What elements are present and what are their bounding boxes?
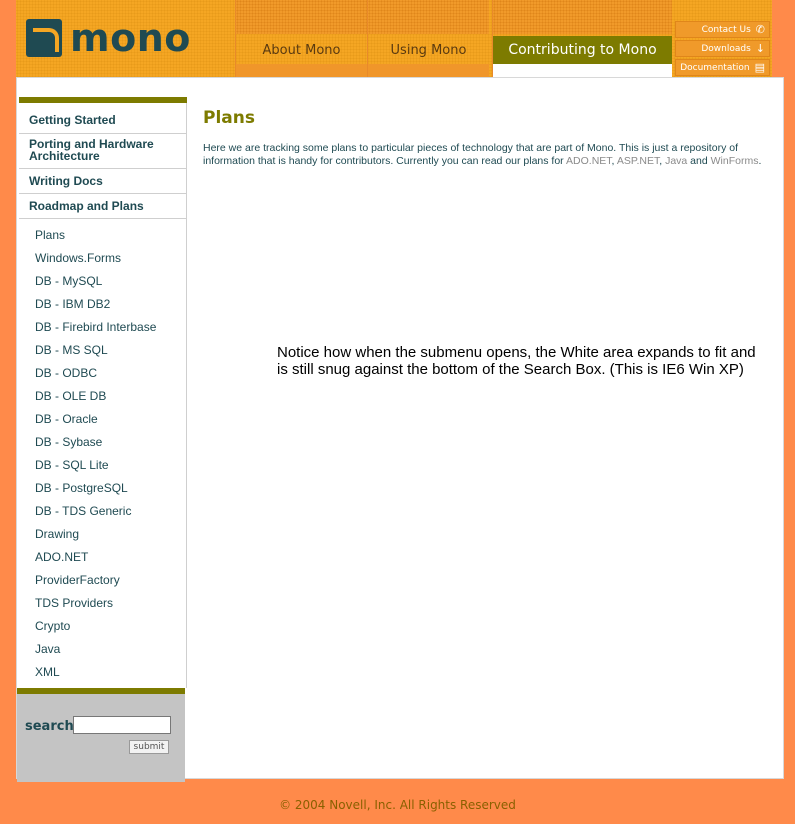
sidebar-subitem[interactable]: ProviderFactory xyxy=(19,573,186,596)
mono-logo[interactable]: mono xyxy=(26,16,191,60)
sidebar-subitem[interactable]: DB - Sybase xyxy=(19,435,186,458)
tab-contributing-to-mono[interactable]: Contributing to Mono xyxy=(492,0,672,77)
logo-text: mono xyxy=(70,16,191,60)
page-title: Plans xyxy=(203,108,255,128)
sidebar-item-getting-started[interactable]: Getting Started xyxy=(19,103,187,134)
contact-us-label: Contact Us xyxy=(701,24,751,35)
sidebar-subitem[interactable]: DB - TDS Generic xyxy=(19,504,186,527)
sidebar-subitem[interactable]: DB - MySQL xyxy=(19,274,186,297)
link-winforms[interactable]: WinForms xyxy=(711,155,759,167)
downloads-link[interactable]: Downloads ↓ xyxy=(675,40,770,57)
tab-label: Contributing to Mono xyxy=(493,36,672,64)
sidebar-subitem[interactable]: DB - IBM DB2 xyxy=(19,297,186,320)
sidebar-subitem[interactable]: Drawing xyxy=(19,527,186,550)
sidebar-item-writing-docs[interactable]: Writing Docs xyxy=(19,169,187,194)
tab-cap xyxy=(236,0,367,34)
search-label: search xyxy=(25,719,74,734)
sidebar-item-porting[interactable]: Porting and Hardware Architecture xyxy=(19,134,187,169)
intro-paragraph: Here we are tracking some plans to parti… xyxy=(203,142,763,168)
sidebar-nav: Getting Started Porting and Hardware Arc… xyxy=(19,97,187,688)
tab-stripe xyxy=(493,64,672,77)
tab-cap xyxy=(493,0,672,34)
phone-icon: ✆ xyxy=(755,23,765,36)
sidebar-subitem[interactable]: DB - Firebird Interbase xyxy=(19,320,186,343)
contact-us-link[interactable]: Contact Us ✆ xyxy=(675,21,770,38)
tab-stripe xyxy=(236,64,367,77)
downloads-label: Downloads xyxy=(701,43,751,54)
mono-logo-icon xyxy=(26,19,62,57)
sidebar-subitem[interactable]: ADO.NET xyxy=(19,550,186,573)
sidebar-item-roadmap[interactable]: Roadmap and Plans xyxy=(19,194,187,219)
sidebar-subitem[interactable]: DB - SQL Lite xyxy=(19,458,186,481)
sidebar-subitem[interactable]: DB - PostgreSQL xyxy=(19,481,186,504)
sidebar-subitem[interactable]: Java xyxy=(19,642,186,665)
submit-button[interactable]: submit xyxy=(129,740,169,754)
tab-about-mono[interactable]: About Mono xyxy=(235,0,367,77)
sidebar-subitem[interactable]: Plans xyxy=(19,228,186,251)
main-area: Getting Started Porting and Hardware Arc… xyxy=(16,77,784,782)
sidebar-subitem[interactable]: DB - MS SQL xyxy=(19,343,186,366)
sidebar-subitem[interactable]: DB - OLE DB xyxy=(19,389,186,412)
site-header: mono About Mono Using Mono Contributing … xyxy=(16,0,772,77)
sentence-end: . xyxy=(758,155,762,167)
link-ado-net[interactable]: ADO.NET xyxy=(566,155,612,167)
tab-label: About Mono xyxy=(262,42,341,58)
download-arrow-icon: ↓ xyxy=(755,42,765,55)
tab-stripe xyxy=(368,64,489,77)
separator: and xyxy=(687,155,711,167)
link-asp-net[interactable]: ASP.NET xyxy=(617,155,659,167)
link-java[interactable]: Java xyxy=(665,155,687,167)
roadmap-submenu: Plans Windows.Forms DB - MySQL DB - IBM DB2… xyxy=(19,219,187,688)
content-area: Plans Here we are tracking some plans to… xyxy=(203,108,763,168)
sidebar-subitem[interactable]: TDS Providers xyxy=(19,596,186,619)
documentation-label: Documentation xyxy=(680,62,750,73)
sidebar-subitem[interactable]: Crypto xyxy=(19,619,186,642)
tab-label: Using Mono xyxy=(390,42,467,58)
search-box: search submit xyxy=(17,688,185,782)
sidebar-subitem[interactable]: XML xyxy=(19,665,186,688)
sidebar-subitem[interactable]: DB - ODBC xyxy=(19,366,186,389)
footer-copyright: © 2004 Novell, Inc. All Rights Reserved xyxy=(279,798,516,812)
tab-using-mono[interactable]: Using Mono xyxy=(367,0,489,77)
sidebar-subitem[interactable]: DB - Oracle xyxy=(19,412,186,435)
search-input[interactable] xyxy=(73,716,171,734)
sidebar-subitem[interactable]: Windows.Forms xyxy=(19,251,186,274)
annotation-note: Notice how when the submenu opens, the W… xyxy=(277,344,756,378)
documentation-link[interactable]: Documentation ▤ xyxy=(675,59,770,76)
utility-links: Contact Us ✆ Downloads ↓ Documentation ▤ xyxy=(675,0,772,77)
document-icon: ▤ xyxy=(754,61,765,74)
tab-cap xyxy=(368,0,489,34)
